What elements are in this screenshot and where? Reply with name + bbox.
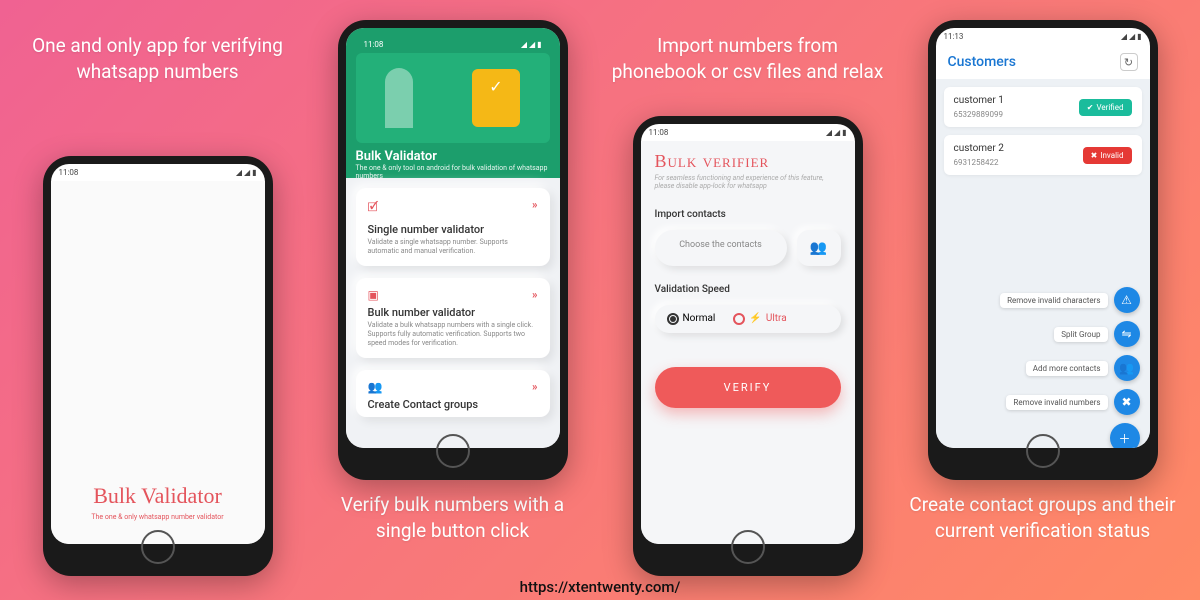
phone-frame-1: 11:08 ◢ ◢ ▮ Bulk Validator The one & onl…: [43, 156, 273, 576]
splash-title: Bulk Validator: [93, 483, 222, 509]
chevron-right-icon: »: [532, 198, 538, 211]
hero-illustration: [356, 53, 550, 143]
x-icon: ✖: [1114, 389, 1140, 415]
status-bar: 11:08 ◢ ◢ ▮: [356, 36, 550, 53]
customer-number: 6931258422: [954, 158, 1004, 167]
fab-label: Split Group: [1054, 327, 1107, 342]
customer-number: 65329889099: [954, 110, 1004, 119]
radio-label: Normal: [683, 313, 716, 324]
status-text: Invalid: [1100, 151, 1123, 160]
people-icon: 👥: [368, 380, 538, 394]
fab-split-group[interactable]: Split Group ⇋: [1054, 321, 1139, 347]
card-single-validator[interactable]: 🗹 » Single number validator Validate a s…: [356, 188, 550, 266]
status-bar: 11:08 ◢ ◢ ▮: [51, 164, 265, 181]
hero-title: Bulk Validator: [356, 149, 550, 164]
plus-icon: ＋: [1110, 423, 1140, 448]
card-bulk-validator[interactable]: ▣ » Bulk number validator Validate a bul…: [356, 278, 550, 358]
radio-dot-icon: [733, 313, 745, 325]
refresh-button[interactable]: ↻: [1120, 53, 1138, 71]
status-time: 11:08: [364, 40, 384, 49]
fab-remove-chars[interactable]: Remove invalid characters ⚠: [1000, 287, 1139, 313]
stack-icon: ▣: [368, 288, 538, 302]
phone-frame-2: 11:08 ◢ ◢ ▮ Bulk Validator The one & onl…: [338, 20, 568, 480]
customer-row[interactable]: customer 1 65329889099 ✔ Verified: [944, 87, 1142, 127]
radio-label: Ultra: [766, 313, 787, 324]
warning-icon: ⚠: [1114, 287, 1140, 313]
caption-3: Import numbers from phonebook or csv fil…: [600, 20, 895, 98]
status-bar: 11:13 ◢ ◢ ▮: [936, 28, 1150, 45]
radio-normal[interactable]: Normal: [667, 313, 716, 325]
bolt-icon: ⚡: [749, 313, 761, 324]
radio-dot-icon: [667, 313, 679, 325]
footer-url: https://xtentwenty.com/: [520, 578, 681, 596]
fab-main[interactable]: ＋: [1110, 423, 1140, 448]
page-title: Customers: [948, 54, 1016, 70]
verify-button[interactable]: VERIFY: [655, 367, 841, 408]
fab-label: Remove invalid characters: [1000, 293, 1107, 308]
page-title: Bulk verifier: [655, 151, 841, 172]
fab-label: Add more contacts: [1026, 361, 1108, 376]
status-icons: ◢ ◢ ▮: [826, 128, 847, 137]
status-icons: ◢ ◢ ▮: [521, 40, 542, 49]
status-icons: ◢ ◢ ▮: [236, 168, 257, 177]
card-title: Bulk number validator: [368, 306, 538, 319]
fab-label: Remove invalid numbers: [1006, 395, 1107, 410]
refresh-icon: ↻: [1124, 56, 1133, 69]
shield-check-icon: [472, 69, 520, 127]
card-title: Single number validator: [368, 223, 538, 236]
card-desc: Validate a bulk whatsapp numbers with a …: [368, 321, 538, 348]
status-time: 11:08: [649, 128, 669, 137]
chevron-right-icon: »: [532, 288, 538, 301]
caption-2: Verify bulk numbers with a single button…: [305, 492, 600, 543]
customer-name: customer 1: [954, 95, 1004, 106]
speed-section-label: Validation Speed: [655, 284, 841, 295]
people-add-icon: 👥: [1114, 355, 1140, 381]
contacts-icon-button[interactable]: 👥: [797, 230, 841, 266]
radio-ultra[interactable]: ⚡ Ultra: [733, 313, 786, 325]
card-title: Create Contact groups: [368, 398, 538, 411]
import-section-label: Import contacts: [655, 209, 841, 220]
check-circle-icon: ✔: [1087, 103, 1094, 112]
customer-row[interactable]: customer 2 6931258422 ✖ Invalid: [944, 135, 1142, 175]
hero-banner: 11:08 ◢ ◢ ▮ Bulk Validator The one & onl…: [346, 28, 560, 178]
status-badge-invalid: ✖ Invalid: [1083, 147, 1132, 164]
phone-frame-4: 11:13 ◢ ◢ ▮ Customers ↻ customer 1 65329…: [928, 20, 1158, 480]
fab-add-contacts[interactable]: Add more contacts 👥: [1026, 355, 1140, 381]
status-badge-verified: ✔ Verified: [1079, 99, 1132, 116]
splash-subtitle: The one & only whatsapp number validator: [91, 513, 223, 521]
choose-contacts-button[interactable]: Choose the contacts: [655, 230, 787, 266]
caption-1: One and only app for verifying whatsapp …: [10, 20, 305, 98]
status-bar: 11:08 ◢ ◢ ▮: [641, 124, 855, 141]
status-time: 11:08: [59, 168, 79, 177]
people-icon: 👥: [810, 240, 827, 256]
card-contact-groups[interactable]: 👥 » Create Contact groups: [356, 370, 550, 417]
hero-subtitle: The one & only tool on android for bulk …: [356, 164, 550, 181]
check-card-icon: 🗹: [368, 198, 538, 219]
split-icon: ⇋: [1114, 321, 1140, 347]
x-circle-icon: ✖: [1091, 151, 1098, 160]
status-time: 11:13: [944, 32, 964, 41]
status-text: Verified: [1096, 103, 1123, 112]
chevron-right-icon: »: [532, 380, 538, 393]
customer-name: customer 2: [954, 143, 1004, 154]
status-icons: ◢ ◢ ▮: [1121, 32, 1142, 41]
card-desc: Validate a single whatsapp number. Suppo…: [368, 238, 538, 256]
caption-4: Create contact groups and their current …: [895, 492, 1190, 543]
fab-remove-numbers[interactable]: Remove invalid numbers ✖: [1006, 389, 1139, 415]
page-hint: For seamless functioning and experience …: [655, 174, 841, 191]
phone-frame-3: 11:08 ◢ ◢ ▮ Bulk verifier For seamless f…: [633, 116, 863, 576]
